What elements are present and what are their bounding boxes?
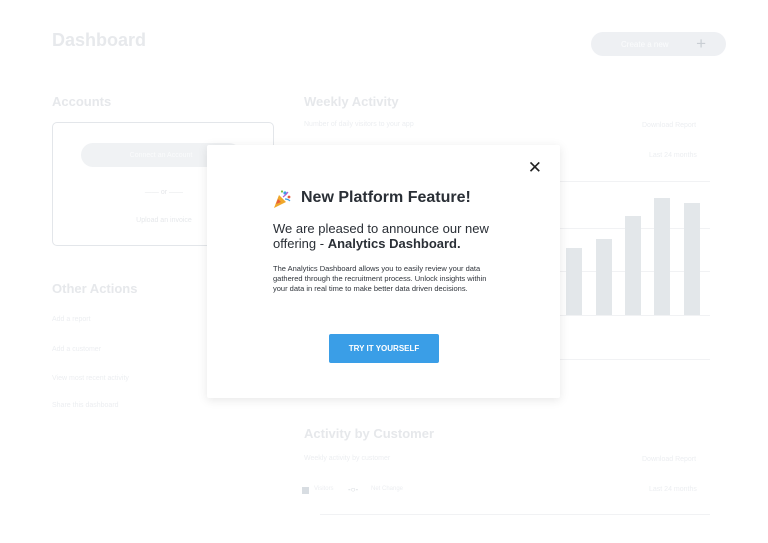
activity-customer-subheading: Weekly activity by customer: [304, 455, 391, 462]
action-add-customer[interactable]: Add a customer: [52, 346, 101, 353]
customer-range-select[interactable]: Last 24 months: [649, 486, 697, 493]
modal-description: The Analytics Dashboard allows you to ea…: [273, 264, 487, 293]
chart-bar: [654, 198, 670, 315]
plus-icon: +: [696, 34, 706, 53]
try-it-yourself-button[interactable]: TRY IT YOURSELF: [329, 334, 439, 363]
chart-bar: [684, 203, 700, 315]
modal-title: New Platform Feature!: [301, 189, 471, 206]
page-title: Dashboard: [52, 30, 147, 50]
close-icon[interactable]: ✕: [528, 158, 542, 178]
action-share-dashboard[interactable]: Share this dashboard: [52, 402, 119, 409]
chart-bar: [566, 248, 582, 315]
action-view-activity[interactable]: View most recent activity: [52, 375, 129, 382]
legend-net-change-icon: -○-: [348, 485, 359, 494]
feature-modal: ✕ New Platform Feature! We are pleased t…: [207, 145, 560, 398]
weekly-range-select[interactable]: Last 24 months: [649, 152, 697, 159]
party-popper-icon: [274, 190, 291, 208]
accounts-heading: Accounts: [52, 94, 112, 109]
weekly-activity-subheading: Number of daily visitors to your app: [304, 121, 414, 128]
action-add-report[interactable]: Add a report: [52, 316, 91, 323]
create-new-button[interactable]: Create a new +: [591, 32, 726, 56]
announcement-product: Analytics Dashboard.: [327, 236, 461, 251]
gridline: [320, 514, 710, 515]
chart-bar: [625, 216, 641, 315]
weekly-activity-heading: Weekly Activity: [304, 94, 399, 109]
other-actions-heading: Other Actions: [52, 281, 138, 296]
activity-customer-heading: Activity by Customer: [304, 426, 435, 441]
chart-bar: [596, 239, 612, 315]
legend-visitors-swatch: [302, 487, 309, 494]
legend-visitors-label: Visitors: [314, 486, 334, 492]
weekly-download-link[interactable]: Download Report: [642, 122, 696, 129]
modal-announcement: We are pleased to announce our new offer…: [273, 221, 513, 251]
customer-download-link[interactable]: Download Report: [642, 456, 696, 463]
create-new-label: Create a new: [621, 39, 669, 49]
legend-net-change-label: Net Change: [371, 486, 404, 492]
